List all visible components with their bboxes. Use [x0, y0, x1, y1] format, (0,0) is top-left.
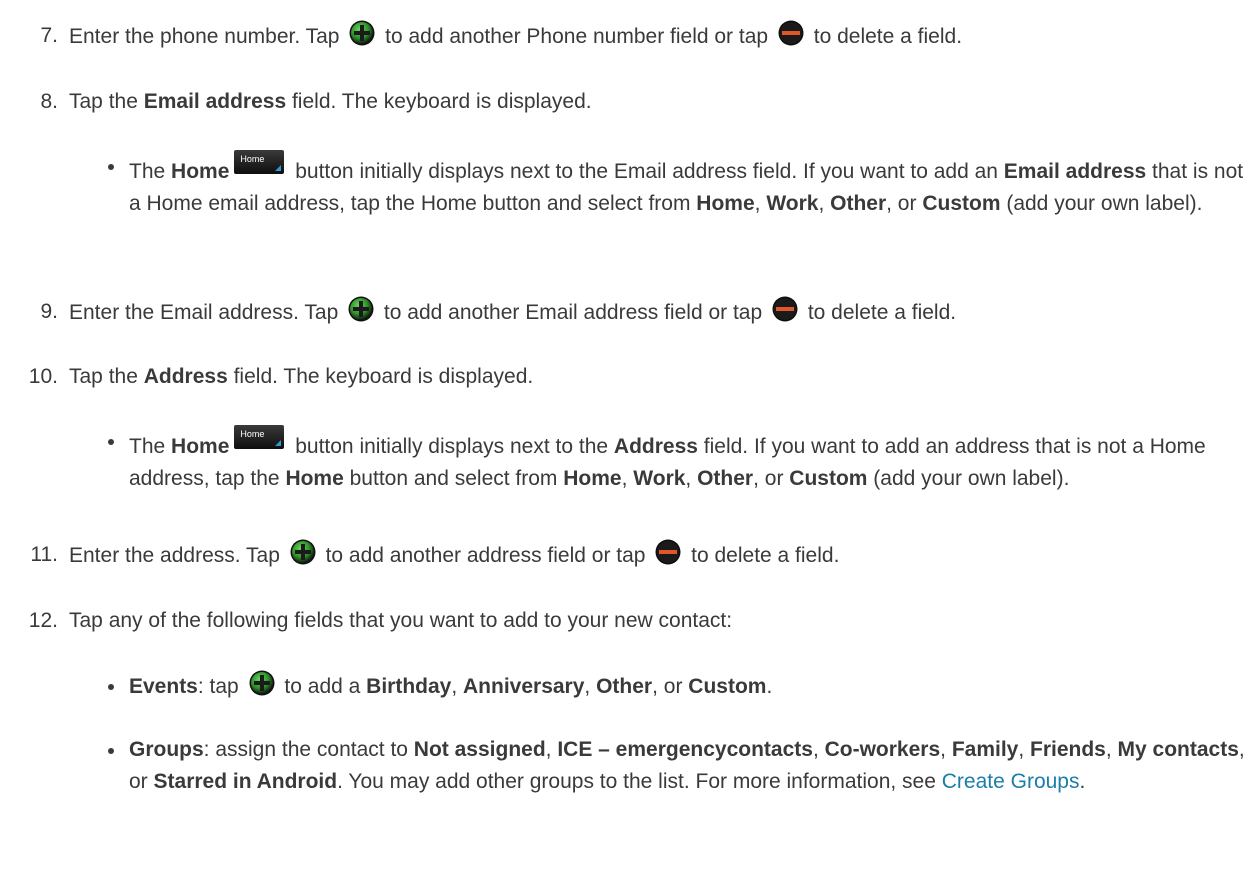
home-label-button: Home [234, 150, 285, 174]
step-text: Enter the Email address. Tap to add anot… [69, 296, 1249, 329]
bullet-dot [108, 164, 114, 170]
bullet-text: Groups: assign the contact to Not assign… [129, 738, 1245, 793]
step-number: 7. [40, 24, 58, 47]
add-icon [249, 670, 275, 696]
step-number: 8. [40, 90, 58, 113]
bullet-text: The Home Home button initially displays n… [129, 150, 1249, 220]
step-number: 12. [28, 609, 58, 632]
bullet-text: The Home Home button initially displays n… [129, 425, 1249, 495]
create-groups-link[interactable]: Create Groups [942, 770, 1080, 793]
add-icon [349, 20, 375, 46]
step-text: Tap the Email address field. The keyboar… [69, 90, 592, 113]
step-number: 9. [40, 300, 58, 323]
bullet-dot [108, 439, 114, 445]
add-icon [348, 296, 374, 322]
delete-icon [778, 20, 804, 46]
step-number: 10. [28, 365, 58, 388]
step-number: 11. [30, 543, 58, 566]
delete-icon [655, 539, 681, 565]
step-text: Tap any of the following fields that you… [69, 609, 733, 632]
step-text: Enter the address. Tap to add another ad… [69, 539, 1249, 572]
step-text: Tap the Address field. The keyboard is d… [69, 365, 534, 388]
home-label-button: Home [234, 425, 285, 449]
step-text: Enter the phone number. Tap to add anoth… [69, 20, 1249, 53]
bullet-dot [108, 748, 114, 754]
delete-icon [772, 296, 798, 322]
bullet-text: Events: tap to add a Birthday, Anniversa… [129, 670, 1249, 703]
add-icon [290, 539, 316, 565]
bullet-dot [108, 684, 114, 690]
